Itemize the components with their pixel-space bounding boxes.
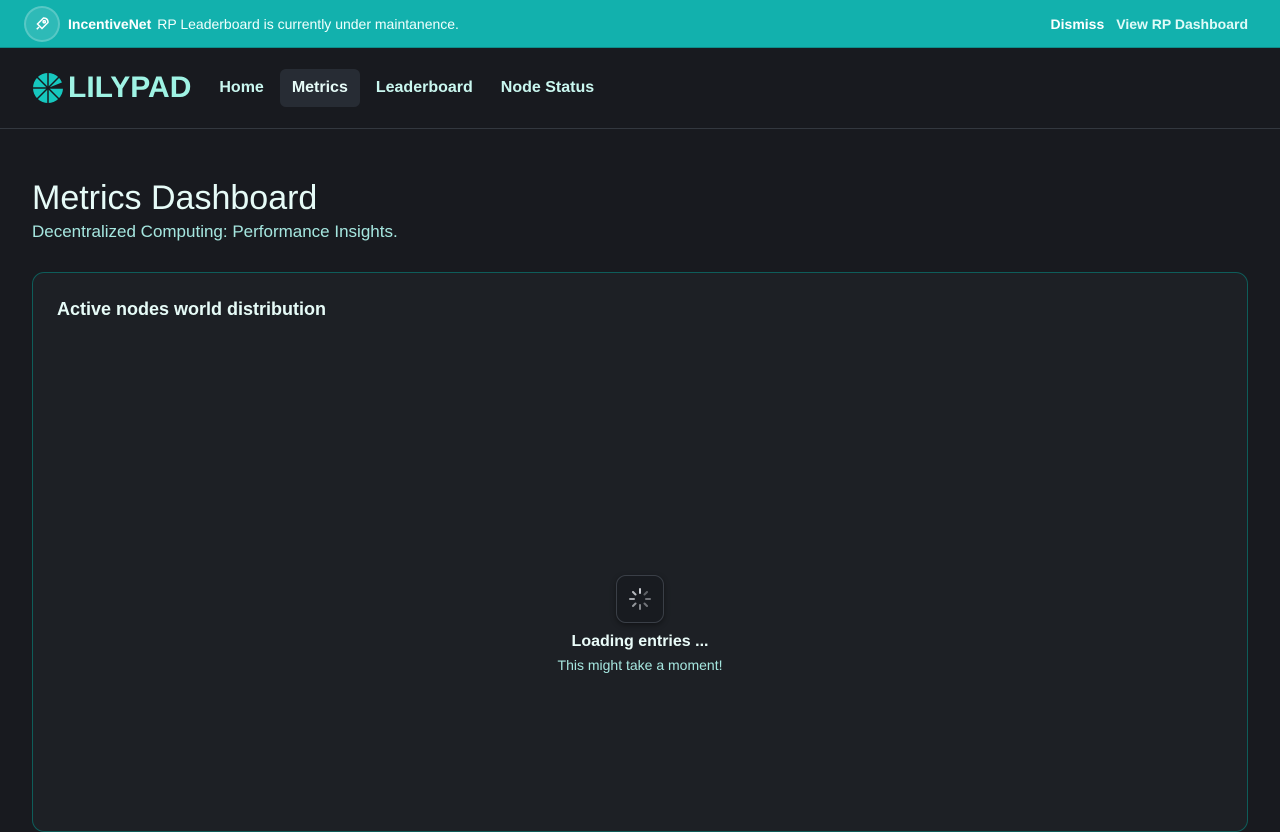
rocket-icon [24,5,60,42]
loading-title: Loading entries ... [571,633,709,650]
top-nav: LILYPAD Home Metrics Leaderboard Node St… [0,48,1280,129]
page-subtitle: Decentralized Computing: Performance Ins… [32,222,398,241]
view-rp-dashboard-link[interactable]: View RP Dashboard [1116,16,1248,32]
logo-text: LILYPAD [68,71,192,104]
spinner-icon [616,575,664,623]
loading-state: Loading entries ... This might take a mo… [33,575,1247,673]
nav-home[interactable]: Home [207,69,275,107]
card-title: Active nodes world distribution [57,299,327,319]
banner-message: RP Leaderboard is currently under mainta… [157,15,459,32]
nav-metrics[interactable]: Metrics [279,69,360,107]
nav-leaderboard[interactable]: Leaderboard [364,69,485,107]
lilypad-logo-icon [33,73,63,103]
banner-tag: IncentiveNet [68,15,152,32]
page-title: Metrics Dashboard [32,179,318,217]
lilypad-logo[interactable]: LILYPAD [32,71,191,105]
loading-subtitle: This might take a moment! [557,657,723,673]
dismiss-button[interactable]: Dismiss [1051,16,1105,32]
world-distribution-card: Active nodes world distribution Loading … [32,272,1248,832]
announcement-banner: IncentiveNet RP Leaderboard is currently… [0,0,1280,48]
nav-node-status[interactable]: Node Status [489,69,606,107]
